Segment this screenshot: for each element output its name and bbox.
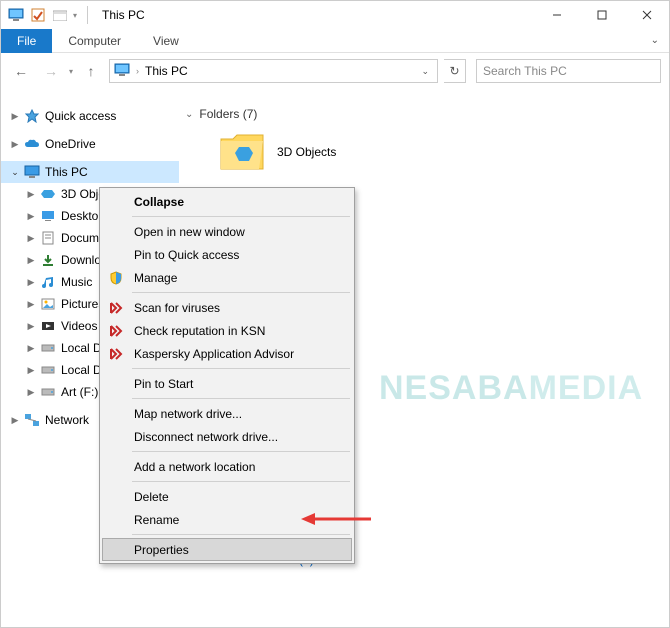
tree-quick-access[interactable]: ▶ Quick access bbox=[1, 105, 179, 127]
history-dropdown-icon[interactable]: ▾ bbox=[69, 67, 73, 76]
item-icon bbox=[39, 318, 57, 334]
chevron-down-icon: ⌄ bbox=[185, 109, 193, 120]
properties-qat-icon[interactable] bbox=[29, 6, 47, 24]
ctx-check-ksn[interactable]: Check reputation in KSN bbox=[102, 319, 352, 342]
title-bar: ▾ This PC bbox=[1, 1, 669, 29]
watermark: NESABAMEDIA bbox=[379, 369, 643, 408]
maximize-button[interactable] bbox=[579, 1, 624, 29]
tree-label: Local Di bbox=[59, 341, 104, 355]
minimize-button[interactable] bbox=[534, 1, 579, 29]
item-icon bbox=[39, 274, 57, 290]
ribbon-collapse-icon[interactable]: ⌄ bbox=[651, 35, 659, 46]
chevron-right-icon[interactable]: ▶ bbox=[25, 343, 37, 354]
chevron-right-icon[interactable]: ▶ bbox=[9, 139, 21, 150]
folder-item-3d-objects[interactable]: 3D Objects bbox=[179, 121, 669, 171]
star-icon bbox=[23, 108, 41, 124]
kaspersky-icon bbox=[108, 300, 124, 316]
separator bbox=[87, 6, 88, 24]
tree-label: Videos bbox=[59, 319, 97, 333]
navigation-bar: ← → ▾ ↑ › This PC ⌄ ↻ Search This PC bbox=[1, 53, 669, 89]
qat-dropdown-icon[interactable]: ▾ bbox=[73, 11, 77, 20]
chevron-right-icon[interactable]: ▶ bbox=[25, 299, 37, 310]
ctx-delete[interactable]: Delete bbox=[102, 485, 352, 508]
folders-group-header[interactable]: ⌄ Folders (7) bbox=[179, 107, 669, 121]
annotation-arrow bbox=[301, 511, 371, 532]
ctx-add-network-location[interactable]: Add a network location bbox=[102, 455, 352, 478]
kaspersky-icon bbox=[108, 346, 124, 362]
item-icon bbox=[39, 252, 57, 268]
computer-tab[interactable]: Computer bbox=[52, 29, 137, 53]
chevron-right-icon[interactable]: ▶ bbox=[25, 255, 37, 266]
ctx-map-drive[interactable]: Map network drive... bbox=[102, 402, 352, 425]
forward-button[interactable]: → bbox=[39, 59, 63, 83]
tree-label: Music bbox=[59, 275, 92, 289]
tree-label: Local Di bbox=[59, 363, 104, 377]
tree-label: Pictures bbox=[59, 297, 104, 311]
chevron-right-icon[interactable]: ▶ bbox=[25, 365, 37, 376]
this-pc-icon bbox=[23, 164, 41, 180]
chevron-right-icon[interactable]: ▶ bbox=[25, 211, 37, 222]
item-icon bbox=[39, 230, 57, 246]
item-icon bbox=[39, 340, 57, 356]
chevron-right-icon[interactable]: ▶ bbox=[25, 233, 37, 244]
chevron-right-icon[interactable]: ▶ bbox=[25, 387, 37, 398]
item-icon bbox=[39, 208, 57, 224]
close-button[interactable] bbox=[624, 1, 669, 29]
address-text: This PC bbox=[145, 64, 188, 78]
item-icon bbox=[39, 384, 57, 400]
chevron-right-icon[interactable]: ▶ bbox=[9, 111, 21, 122]
new-folder-qat-icon[interactable] bbox=[51, 6, 69, 24]
file-tab[interactable]: File bbox=[1, 29, 52, 53]
address-bar[interactable]: › This PC ⌄ bbox=[109, 59, 438, 83]
chevron-right-icon[interactable]: ▶ bbox=[25, 189, 37, 200]
chevron-right-icon[interactable]: ▶ bbox=[9, 415, 21, 426]
ctx-manage[interactable]: Manage bbox=[102, 266, 352, 289]
view-tab[interactable]: View bbox=[137, 29, 195, 53]
ctx-kaspersky-advisor[interactable]: Kaspersky Application Advisor bbox=[102, 342, 352, 365]
tree-this-pc[interactable]: ⌄ This PC bbox=[1, 161, 179, 183]
ctx-properties[interactable]: Properties bbox=[102, 538, 352, 561]
context-menu: Collapse Open in new window Pin to Quick… bbox=[99, 187, 355, 564]
tree-label: Downlo bbox=[59, 253, 101, 267]
ctx-pin-start[interactable]: Pin to Start bbox=[102, 372, 352, 395]
kaspersky-icon bbox=[108, 323, 124, 339]
folder-label: 3D Objects bbox=[277, 145, 336, 159]
ctx-scan-viruses[interactable]: Scan for viruses bbox=[102, 296, 352, 319]
shield-icon bbox=[108, 270, 124, 286]
ctx-pin-quick-access[interactable]: Pin to Quick access bbox=[102, 243, 352, 266]
chevron-right-icon[interactable]: ▶ bbox=[25, 321, 37, 332]
tree-onedrive[interactable]: ▶ OneDrive bbox=[1, 133, 179, 155]
chevron-down-icon[interactable]: ⌄ bbox=[9, 167, 21, 178]
ctx-open-new-window[interactable]: Open in new window bbox=[102, 220, 352, 243]
folder-icon bbox=[219, 133, 265, 171]
item-icon bbox=[39, 296, 57, 312]
window-title: This PC bbox=[98, 8, 145, 22]
search-input[interactable]: Search This PC bbox=[476, 59, 661, 83]
refresh-button[interactable]: ↻ bbox=[444, 59, 466, 83]
tree-label: Art (F:) bbox=[59, 385, 98, 399]
cloud-icon bbox=[23, 136, 41, 152]
item-icon bbox=[39, 186, 57, 202]
this-pc-icon bbox=[114, 63, 130, 80]
up-button[interactable]: ↑ bbox=[79, 59, 103, 83]
address-dropdown-icon[interactable]: ⌄ bbox=[417, 66, 433, 77]
back-button[interactable]: ← bbox=[9, 59, 33, 83]
ctx-collapse[interactable]: Collapse bbox=[102, 190, 352, 213]
ribbon: File Computer View ⌄ bbox=[1, 29, 669, 53]
chevron-right-icon[interactable]: ▶ bbox=[25, 277, 37, 288]
this-pc-icon bbox=[7, 6, 25, 24]
network-icon bbox=[23, 412, 41, 428]
item-icon bbox=[39, 362, 57, 378]
ctx-disconnect-drive[interactable]: Disconnect network drive... bbox=[102, 425, 352, 448]
